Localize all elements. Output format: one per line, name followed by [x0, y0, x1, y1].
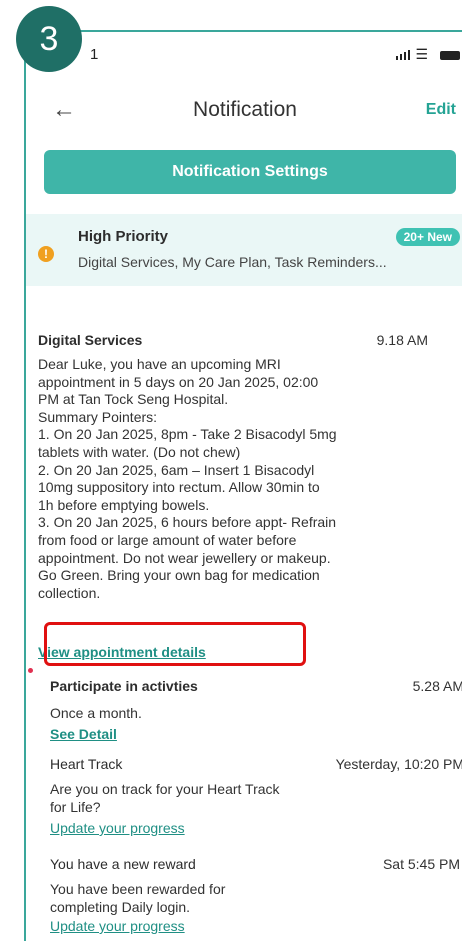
- update-progress-link[interactable]: Update your progress: [50, 918, 462, 934]
- list-item-activities[interactable]: Participate in activties 5.28 AM Once a …: [50, 678, 462, 742]
- status-time: 1: [90, 46, 99, 63]
- battery-icon: [440, 50, 460, 60]
- priority-subtitle: Digital Services, My Care Plan, Task Rem…: [78, 254, 387, 270]
- item-time: Sat 5:45 PM: [382, 856, 460, 872]
- item-body: You have been rewarded for completing Da…: [50, 881, 226, 915]
- step-number-badge: 3: [16, 6, 82, 72]
- new-count-badge: 20+ New: [395, 228, 460, 246]
- signal-icon: [395, 50, 410, 61]
- card-body: Dear Luke, you have an upcoming MRI appo…: [38, 356, 337, 601]
- item-body: Are you on track for your Heart Track fo…: [50, 781, 280, 815]
- unread-dot: [28, 668, 33, 673]
- update-progress-link[interactable]: Update your progress: [50, 820, 462, 836]
- page-title: Notification: [193, 98, 297, 121]
- wifi-icon: ☰: [415, 46, 431, 62]
- edit-button[interactable]: Edit: [426, 101, 456, 119]
- card-title: Digital Services: [38, 332, 143, 348]
- card-time: 9.18 AM: [376, 332, 428, 348]
- item-title: Participate in activties: [50, 678, 198, 694]
- item-time: Yesterday, 10:20 PM: [335, 756, 462, 772]
- highlight-box: [44, 622, 306, 666]
- status-icons: ☰: [395, 46, 460, 63]
- item-body: Once a month.: [50, 705, 142, 721]
- header: ← Notification Edit: [26, 92, 462, 132]
- warning-icon: !: [38, 246, 54, 262]
- notification-settings-button[interactable]: Notification Settings: [44, 150, 456, 194]
- item-time: 5.28 AM: [412, 678, 462, 694]
- list-item-reward[interactable]: You have a new reward Sat 5:45 PM You ha…: [50, 856, 462, 934]
- phone-screen: 1 ☰ ← Notification Edit Notification Set…: [24, 30, 462, 941]
- see-detail-link[interactable]: See Detail: [50, 726, 462, 742]
- priority-title: High Priority: [78, 228, 169, 245]
- high-priority-banner[interactable]: ! High Priority 20+ New Digital Services…: [26, 214, 462, 286]
- list-item-heart-track[interactable]: Heart Track Yesterday, 10:20 PM Are you …: [50, 756, 462, 836]
